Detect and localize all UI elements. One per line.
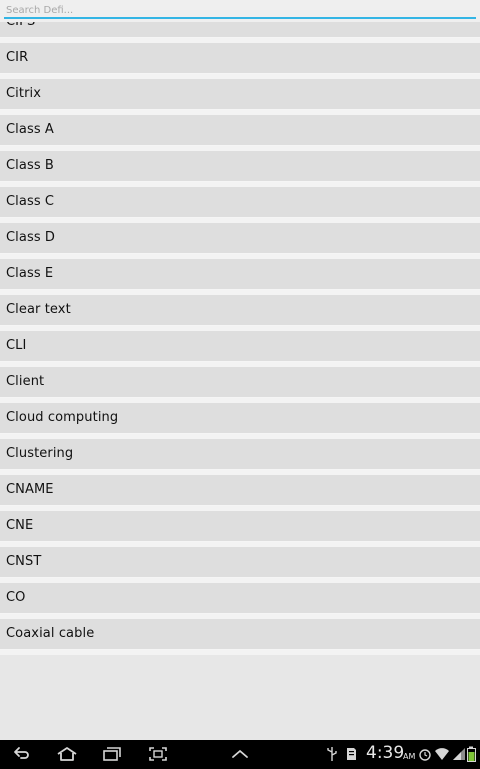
list-item[interactable]: Cloud computing xyxy=(0,403,480,434)
list-item[interactable]: Clear text xyxy=(0,295,480,326)
list-item-label: Coaxial cable xyxy=(6,626,95,641)
battery-icon xyxy=(467,746,476,762)
list-item-label: CLI xyxy=(6,338,27,353)
list-item[interactable]: CNE xyxy=(0,511,480,542)
usb-icon xyxy=(327,747,337,761)
list-item[interactable]: Coaxial cable xyxy=(0,619,480,650)
list-item[interactable]: Class C xyxy=(0,187,480,218)
list-item-label: Class D xyxy=(6,230,56,245)
list-item-label: Clustering xyxy=(6,446,74,461)
list-item[interactable]: Class E xyxy=(0,259,480,290)
list-item[interactable]: CNST xyxy=(0,547,480,578)
list-item[interactable]: CNAME xyxy=(0,475,480,506)
clock-time: 4:39 xyxy=(366,743,405,763)
list-item-label: Cloud computing xyxy=(6,410,119,425)
list-item-label: CO xyxy=(6,590,26,605)
clock-ampm: AM xyxy=(403,752,416,761)
list-item-label: CNE xyxy=(6,518,34,533)
list-item[interactable]: Citrix xyxy=(0,79,480,110)
list-empty-area xyxy=(0,655,480,740)
list-item[interactable]: CIPS xyxy=(0,22,480,38)
list-item-label: CIR xyxy=(6,50,29,65)
screenshot-icon[interactable] xyxy=(148,746,168,762)
list-item[interactable]: CLI xyxy=(0,331,480,362)
list-item-label: Clear text xyxy=(6,302,71,317)
list-item-label: Class B xyxy=(6,158,54,173)
list-item-label: Class A xyxy=(6,122,54,137)
definitions-list[interactable]: CIPS CIR Citrix Class A Class B Class C Class … xyxy=(0,22,480,740)
alarm-icon xyxy=(419,749,431,761)
signal-icon xyxy=(453,748,465,760)
list-item[interactable]: Class A xyxy=(0,115,480,146)
list-item-label: CNST xyxy=(6,554,42,569)
list-item[interactable]: Class D xyxy=(0,223,480,254)
recent-apps-icon[interactable] xyxy=(102,746,122,762)
list-item[interactable]: CO xyxy=(0,583,480,614)
wifi-icon xyxy=(435,748,449,760)
screen: CIPS CIR Citrix Class A Class B Class C Class … xyxy=(0,0,480,769)
list-item-label: Class E xyxy=(6,266,54,281)
list-item-label: Client xyxy=(6,374,45,389)
search-input[interactable] xyxy=(4,3,476,19)
list-item-label: Class C xyxy=(6,194,55,209)
list-item[interactable]: CIR xyxy=(0,43,480,74)
list-item-label: CNAME xyxy=(6,482,54,497)
system-bar: 4:39 AM xyxy=(0,740,480,769)
home-icon[interactable] xyxy=(56,746,78,762)
list-item[interactable]: Clustering xyxy=(0,439,480,470)
list-item-label: Citrix xyxy=(6,86,42,101)
search-bar xyxy=(0,0,480,23)
up-chevron-icon[interactable] xyxy=(230,746,250,762)
back-icon[interactable] xyxy=(12,746,30,762)
list-item[interactable]: Client xyxy=(0,367,480,398)
list-item[interactable]: Class B xyxy=(0,151,480,182)
list-item-label: CIPS xyxy=(6,22,35,29)
sd-card-icon xyxy=(347,748,356,760)
